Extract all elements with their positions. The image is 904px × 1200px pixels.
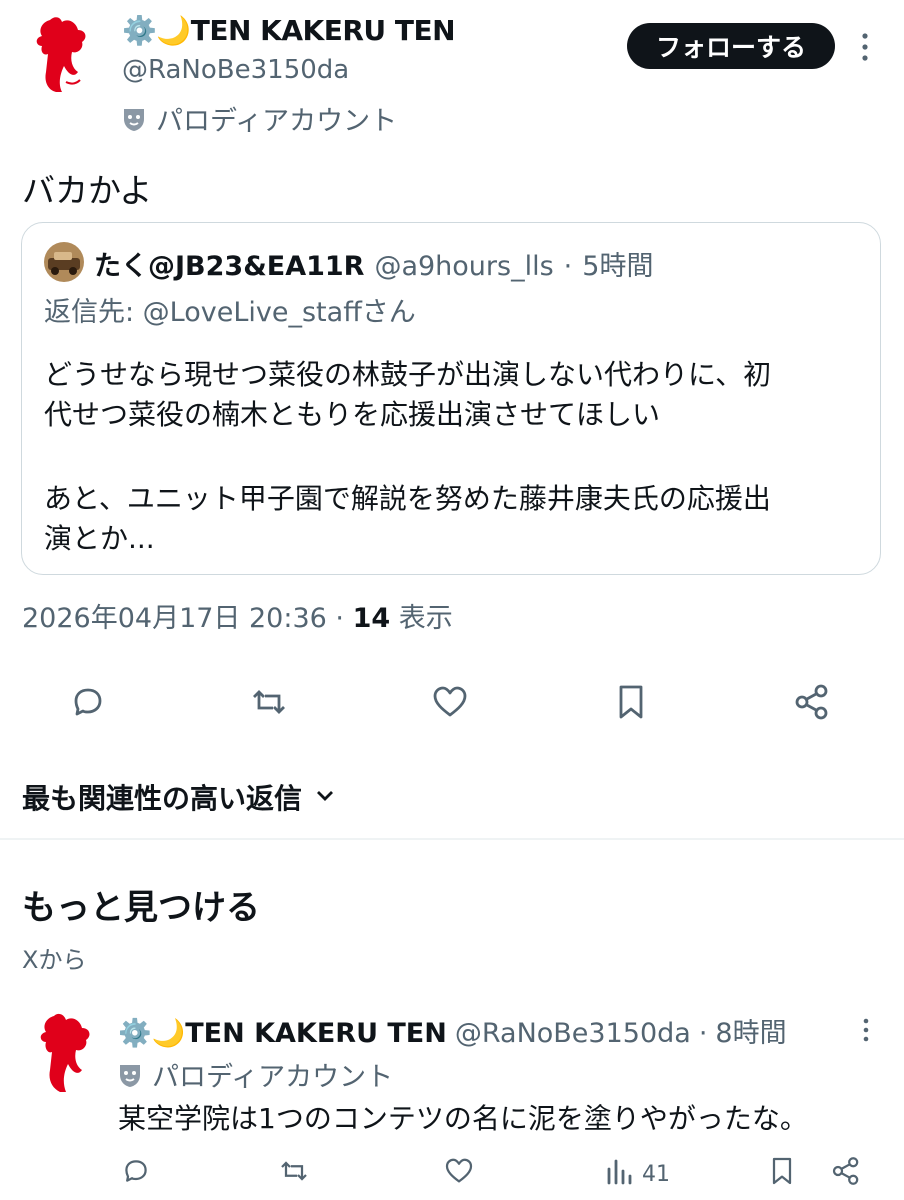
- parody-label-text: パロディアカウント: [152, 1062, 394, 1093]
- mask-icon: [122, 106, 146, 132]
- timestamp-text[interactable]: 2026年04月17日 20:36: [22, 603, 327, 634]
- mask-icon: [118, 1062, 142, 1088]
- quoted-body-line: 代せつ菜役の楠木ともりを応援出演させてほしい: [44, 398, 661, 431]
- reply-sort-dropdown[interactable]: 最も関連性の高い返信: [22, 777, 336, 817]
- avatar[interactable]: [22, 12, 94, 94]
- user-handle[interactable]: @RaNoBe3150da: [122, 55, 349, 85]
- views-label: 表示: [398, 603, 453, 634]
- quoted-time: 5時間: [582, 251, 654, 282]
- bookmark-icon: [766, 1155, 798, 1193]
- post-text: バカかよ: [22, 171, 153, 210]
- repost-icon: [278, 1155, 310, 1193]
- reply-icon[interactable]: [68, 682, 108, 722]
- parody-account-label: パロディアカウント: [118, 1055, 393, 1094]
- separator-dot: ·: [563, 251, 573, 282]
- display-name[interactable]: ⚙️🌙TEN KAKERU TEN: [122, 14, 456, 47]
- parody-account-label: パロディアカウント: [122, 99, 397, 138]
- repost-button[interactable]: [278, 1157, 310, 1191]
- follow-button[interactable]: フォローする: [627, 23, 835, 69]
- display-name[interactable]: ⚙️🌙TEN KAKERU TEN: [118, 1017, 447, 1049]
- quoted-handle[interactable]: @a9hours_lls: [374, 251, 553, 282]
- quoted-body-line: 演とか...: [44, 522, 155, 555]
- bookmark-icon[interactable]: [611, 682, 651, 722]
- more-options-icon[interactable]: [855, 30, 875, 64]
- more-options-icon[interactable]: [857, 1016, 875, 1044]
- quoted-avatar[interactable]: [44, 242, 84, 282]
- separator-dot: ·: [698, 1018, 708, 1049]
- reply-icon: [120, 1155, 152, 1193]
- section-title: もっと見つける: [22, 888, 260, 928]
- recommended-header: ⚙️🌙TEN KAKERU TEN @RaNoBe3150da · 8時間: [118, 1011, 787, 1050]
- views-icon: [604, 1155, 636, 1193]
- sort-label: 最も関連性の高い返信: [22, 782, 303, 815]
- share-button[interactable]: [830, 1157, 862, 1191]
- post-timestamp: 2026年04月17日 20:36 · 14 表示: [22, 603, 453, 634]
- section-divider: [0, 838, 904, 840]
- views-count: 14: [352, 603, 391, 634]
- parody-label-text: パロディアカウント: [156, 106, 398, 137]
- quoted-display-name[interactable]: たく@JB23&EA11R: [94, 244, 364, 283]
- quoted-body-line: どうせなら現せつ菜役の林鼓子が出演しない代わりに、初: [44, 358, 772, 391]
- chevron-down-icon: [314, 781, 336, 814]
- avatar[interactable]: [30, 1008, 94, 1094]
- bookmark-button[interactable]: [766, 1157, 798, 1191]
- like-icon: [443, 1155, 475, 1193]
- quoted-body-line: あと、ユニット甲子園で解説を努めた藤井康夫氏の応援出: [44, 482, 771, 515]
- user-handle[interactable]: @RaNoBe3150da: [455, 1018, 691, 1049]
- section-subtitle: Xから: [22, 946, 87, 974]
- quoted-header: たく@JB23&EA11R @a9hours_lls · 5時間: [94, 244, 653, 283]
- reply-button[interactable]: [120, 1157, 152, 1191]
- like-button[interactable]: [443, 1157, 475, 1191]
- quoted-body: どうせなら現せつ菜役の林鼓子が出演しない代わりに、初 代せつ菜役の楠木ともりを応…: [44, 355, 864, 559]
- share-icon: [830, 1155, 862, 1193]
- post-text: 某空学院は1つのコンテツの名に泥を塗りやがったな。: [118, 1102, 808, 1135]
- share-icon[interactable]: [792, 682, 832, 722]
- like-icon[interactable]: [430, 682, 470, 722]
- repost-icon[interactable]: [249, 682, 289, 722]
- views-button[interactable]: 41: [604, 1157, 670, 1191]
- reply-to-label: 返信先: @LoveLive_staffさん: [44, 297, 416, 328]
- views-count: 41: [642, 1161, 670, 1187]
- post-time: 8時間: [715, 1018, 787, 1049]
